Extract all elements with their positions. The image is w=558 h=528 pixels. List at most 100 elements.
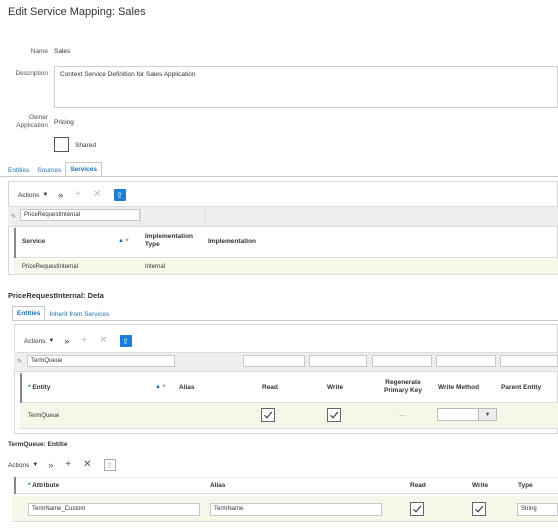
services-header-row	[14, 228, 558, 258]
actions-label: Actions	[18, 191, 40, 199]
owner-label-line1: Owner	[28, 114, 48, 121]
row-write-checkbox[interactable]	[327, 408, 341, 422]
detail-header-marker	[20, 373, 22, 403]
write-method-select[interactable]: ▼	[437, 408, 497, 421]
column-implementation[interactable]: Implementation	[208, 238, 256, 245]
add-icon[interactable]: +	[75, 190, 81, 200]
page-title: Edit Service Mapping: Sales	[8, 6, 146, 18]
attribute-input[interactable]: TermName_Custom	[28, 503, 200, 516]
parent-entity-filter-input[interactable]	[500, 355, 558, 367]
add-icon[interactable]: +	[81, 336, 87, 346]
row-regenerate-value: —	[399, 412, 406, 419]
column-implementation-type[interactable]: Implementation Type	[145, 233, 193, 249]
entity-filter-input[interactable]: TermQueue	[27, 355, 175, 367]
write-filter-input[interactable]	[309, 355, 367, 367]
row-service: PriceRequestInternal	[22, 264, 79, 270]
sort-icon[interactable]: ▲▼	[155, 384, 167, 390]
service-filter-value: PriceRequestInternal	[24, 212, 81, 218]
alias-value: TermName	[214, 506, 244, 512]
attr-write-checkbox[interactable]	[472, 502, 486, 516]
column-service[interactable]: Service	[22, 238, 45, 245]
checkmark-icon	[330, 411, 339, 419]
name-label: Name	[30, 48, 48, 55]
description-value: Context Service Definition for Sales App…	[60, 71, 196, 78]
column-write[interactable]: Write	[472, 482, 488, 489]
checkmark-icon	[264, 411, 273, 419]
read-filter-input[interactable]	[243, 355, 305, 367]
required-icon: *	[28, 482, 31, 489]
caret-down-icon: ▼	[42, 192, 49, 198]
delete-icon[interactable]: ✕	[99, 336, 107, 346]
description-field[interactable]: Context Service Definition for Sales App…	[54, 66, 558, 108]
filter-edit-icon: ✎	[11, 214, 17, 220]
actions-label: Actions	[24, 337, 46, 345]
column-read[interactable]: Read	[410, 482, 426, 489]
column-write[interactable]: Write	[327, 384, 343, 391]
attribute-value: TermName_Custom	[32, 506, 86, 512]
impl-type-line2: Type	[145, 241, 160, 248]
regen-line1: Regenerate	[385, 379, 421, 386]
regen-line2: Primary Key	[384, 387, 422, 394]
export-icon[interactable]: ⇪	[103, 459, 116, 471]
column-attribute[interactable]: * Attribute	[28, 482, 59, 489]
export-icon[interactable]: ⇪	[119, 335, 132, 347]
detail-title: PriceRequestInternal: Deta	[8, 291, 104, 300]
detail-tab-divider	[12, 320, 558, 321]
column-alias[interactable]: Alias	[210, 482, 226, 489]
attr-read-checkbox[interactable]	[410, 502, 424, 516]
delete-icon[interactable]: ✕	[83, 460, 91, 470]
chevron-down-icon: ▼	[478, 409, 496, 420]
services-toolbar: Actions ▼ » + ✕ ⇪	[18, 189, 126, 201]
owner-label-line2: Application	[16, 122, 48, 129]
tab-divider	[0, 176, 558, 177]
write-method-filter-input[interactable]	[436, 355, 496, 367]
impl-type-line1: Implementation	[145, 233, 194, 240]
tab-detail-entities[interactable]: Entities	[12, 306, 46, 321]
shared-checkbox[interactable]	[54, 137, 69, 152]
detail-actions-menu[interactable]: Actions ▼	[24, 338, 54, 345]
attrs-actions-menu[interactable]: Actions ▼	[8, 462, 38, 469]
type-select[interactable]: String	[517, 503, 558, 516]
detach-icon[interactable]: »	[48, 460, 53, 470]
tab-services[interactable]: Services	[65, 162, 102, 177]
row-entity: TermQueue	[28, 413, 60, 419]
caret-down-icon: ▼	[48, 338, 55, 344]
regen-filter-input[interactable]	[372, 355, 432, 367]
export-icon[interactable]: ⇪	[113, 189, 126, 201]
add-icon[interactable]: +	[65, 460, 71, 470]
attrs-toolbar: Actions ▼ » + ✕ ⇪	[8, 459, 116, 471]
delete-icon[interactable]: ✕	[93, 190, 101, 200]
actions-label: Actions	[8, 461, 30, 469]
type-value: String	[521, 506, 537, 512]
column-entity-label: Entity	[32, 384, 51, 391]
shared-label: Shared	[75, 142, 96, 149]
column-read[interactable]: Read	[262, 384, 278, 391]
owner-application-label: Owner Application	[2, 114, 48, 130]
detach-icon[interactable]: »	[64, 336, 69, 346]
name-value: Sales	[54, 48, 71, 55]
attrs-header-marker	[14, 477, 16, 494]
description-label: Description	[15, 70, 48, 77]
entity-filter-value: TermQueue	[31, 358, 63, 364]
column-regenerate-primary-key[interactable]: Regenerate Primary Key	[378, 379, 428, 395]
row-read-checkbox[interactable]	[261, 408, 275, 422]
caret-down-icon: ▼	[32, 462, 39, 468]
alias-input[interactable]: TermName	[210, 503, 382, 516]
filter-edit-icon: ✎	[17, 359, 23, 365]
column-type[interactable]: Type	[518, 482, 533, 489]
service-filter-input[interactable]: PriceRequestInternal	[20, 209, 140, 221]
sort-icon[interactable]: ▲▼	[118, 238, 130, 244]
services-actions-menu[interactable]: Actions ▼	[18, 192, 48, 199]
column-alias[interactable]: Alias	[179, 384, 195, 391]
detail-toolbar: Actions ▼ » + ✕ ⇪	[24, 335, 132, 347]
column-parent-entity[interactable]: Parent Entity	[501, 384, 541, 391]
filter-cell-divider	[140, 207, 206, 227]
owner-application-value: Pricing	[54, 119, 74, 126]
detach-icon[interactable]: »	[58, 190, 63, 200]
entity-attrs-title: TermQueue: Entitie	[8, 441, 68, 448]
table-row[interactable]	[14, 259, 558, 275]
column-write-method[interactable]: Write Method	[438, 384, 479, 391]
required-icon: *	[28, 384, 31, 391]
column-entity[interactable]: * Entity	[28, 384, 50, 391]
detail-tabs: Entities Inherit from Services	[12, 306, 113, 321]
